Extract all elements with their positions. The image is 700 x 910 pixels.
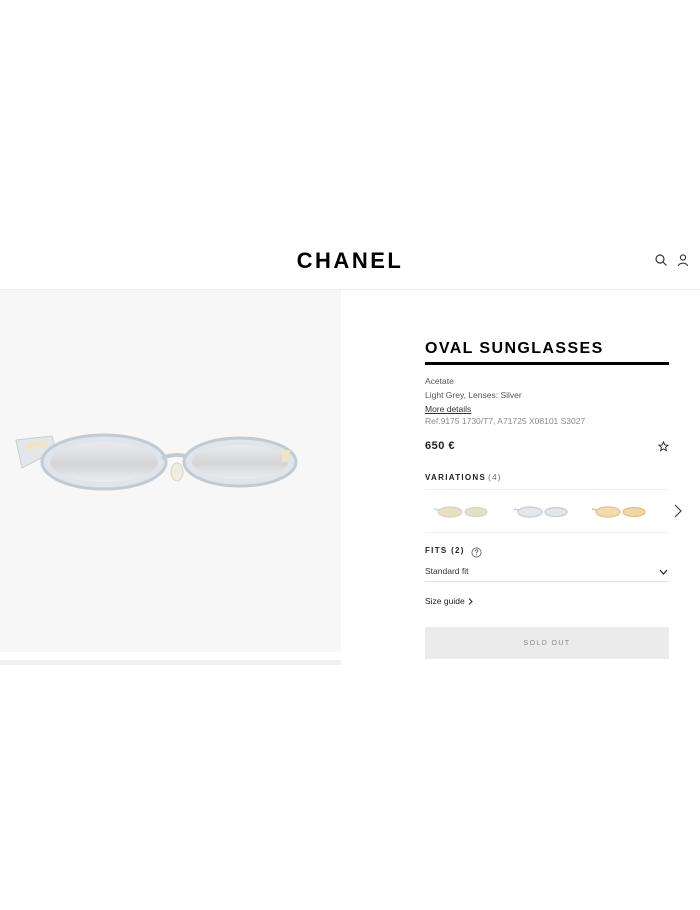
variations-count: (4) (488, 473, 502, 482)
product-color: Light Grey, Lenses: Silver (425, 390, 522, 400)
sold-out-button[interactable]: SOLD OUT (425, 627, 669, 659)
product-page: CHANEL OVAL SUNGLASSES Acetate Light Gre… (0, 0, 700, 910)
image-scroll-track[interactable] (0, 660, 341, 665)
variations-title: VARIATIONS (425, 473, 487, 482)
product-image-panel[interactable] (0, 290, 341, 652)
price-row: 650 € (425, 440, 669, 452)
variation-thumbnail-1[interactable] (433, 504, 493, 520)
variation-thumbnail-3[interactable] (591, 504, 651, 520)
product-meta: Acetate Light Grey, Lenses: Silver More … (425, 374, 669, 428)
help-icon[interactable] (471, 547, 482, 558)
product-reference: Ref.9175 1730/T7, A71725 X08101 S3027 (425, 416, 586, 426)
chevron-down-icon (659, 569, 668, 575)
size-guide-label: Size guide (425, 596, 465, 606)
search-icon[interactable] (654, 253, 668, 267)
fit-select[interactable]: Standard fit (425, 566, 669, 582)
fits-header: FITS (2) (425, 543, 669, 558)
product-info: OVAL SUNGLASSES Acetate Light Grey, Lens… (425, 340, 682, 659)
variations-label: VARIATIONS (4) (425, 473, 669, 482)
chevron-right-small-icon (468, 597, 473, 605)
size-guide-link[interactable]: Size guide (425, 596, 473, 606)
brand-logo[interactable]: CHANEL (0, 248, 700, 274)
product-material: Acetate (425, 376, 454, 386)
product-price: 650 € (425, 440, 456, 452)
sunglasses-image (15, 433, 298, 491)
product-title: OVAL SUNGLASSES (425, 340, 669, 365)
variations-carousel (425, 489, 682, 533)
site-header: CHANEL (0, 238, 700, 290)
fit-selected-value: Standard fit (425, 566, 469, 576)
variation-thumbnail-2[interactable] (513, 504, 573, 520)
fits-title: FITS (425, 546, 448, 555)
chevron-right-icon[interactable] (673, 503, 683, 519)
header-actions (654, 253, 690, 267)
fits-count: (2) (451, 546, 465, 555)
star-icon[interactable] (658, 440, 669, 452)
fits-label: FITS (2) (425, 546, 465, 555)
variations-section: VARIATIONS (4) (425, 473, 682, 533)
account-icon[interactable] (676, 253, 690, 267)
